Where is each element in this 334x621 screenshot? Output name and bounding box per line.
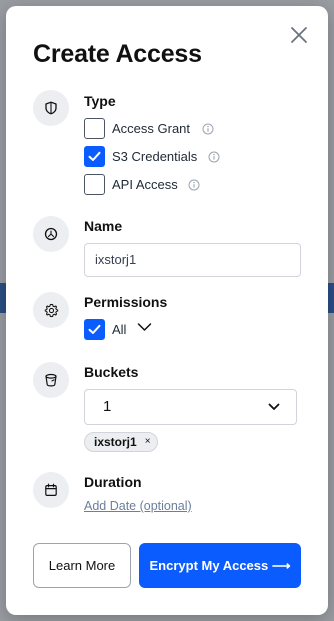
backdrop-strip (328, 283, 334, 313)
api-access-label: API Access (112, 177, 178, 192)
chevron-down-icon (268, 403, 280, 410)
permissions-all-label: All (112, 322, 127, 337)
permissions-all-checkbox[interactable] (84, 319, 105, 340)
name-label: Name (84, 218, 123, 234)
gear-icon (44, 303, 58, 317)
close-icon (291, 27, 307, 43)
s3-credentials-label: S3 Credentials (112, 149, 198, 164)
chevron-down-icon[interactable] (137, 322, 152, 332)
type-label: Type (84, 93, 116, 109)
name-section-icon (33, 216, 69, 252)
bucket-chip-label: ixstorj1 (94, 435, 137, 449)
type-section-icon (33, 90, 69, 126)
encrypt-my-access-button[interactable]: Encrypt My Access ⟶ (139, 543, 301, 588)
modal-title: Create Access (33, 40, 202, 68)
shield-icon (45, 101, 57, 115)
bucket-icon (45, 373, 57, 387)
buckets-section-icon (33, 362, 69, 398)
learn-more-button[interactable]: Learn More (33, 543, 131, 588)
duration-label: Duration (84, 474, 142, 490)
checkmark-icon (88, 151, 101, 161)
info-icon[interactable] (188, 179, 200, 191)
access-grant-label: Access Grant (112, 121, 191, 136)
bucket-select[interactable]: 1 (84, 389, 297, 425)
add-date-link[interactable]: Add Date (optional) (84, 499, 192, 513)
bucket-chip: ixstorj1 × (84, 432, 158, 452)
remove-chip-icon[interactable]: × (145, 437, 151, 447)
checkmark-icon (88, 324, 101, 334)
s3-credentials-checkbox[interactable] (84, 146, 105, 167)
access-name-input[interactable]: ixstorj1 (84, 243, 301, 277)
permissions-label: Permissions (84, 294, 168, 310)
create-access-modal: Create Access Type Access Grant S3 Crede… (6, 6, 328, 615)
bucket-select-value: 1 (103, 398, 112, 415)
calendar-icon (45, 483, 57, 497)
permissions-section-icon (33, 292, 69, 328)
duration-section-icon (33, 472, 69, 508)
info-icon[interactable] (208, 151, 220, 163)
access-grant-checkbox[interactable] (84, 118, 105, 139)
api-access-checkbox[interactable] (84, 174, 105, 195)
close-button[interactable] (288, 24, 310, 46)
info-icon[interactable] (202, 123, 214, 135)
tag-icon (44, 227, 58, 241)
buckets-label: Buckets (84, 364, 139, 380)
